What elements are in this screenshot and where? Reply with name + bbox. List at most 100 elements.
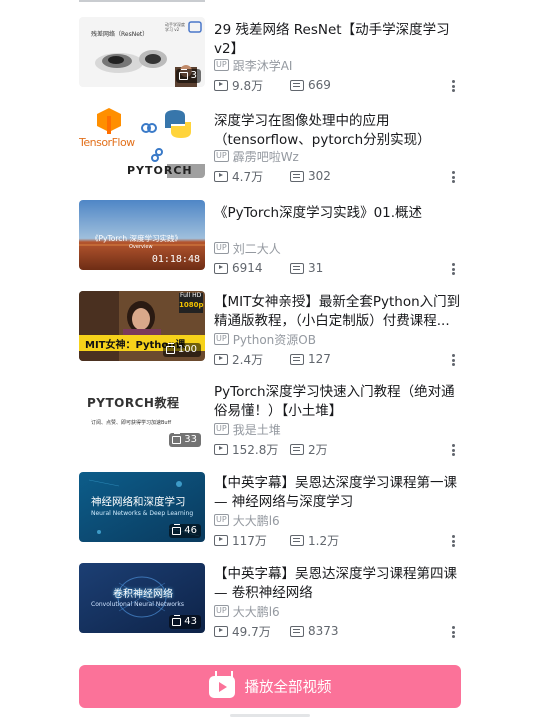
video-thumbnail[interactable]: 卷积神经网络 Convolutional Neural Networks 43 — [79, 563, 205, 633]
up-badge: UP — [214, 423, 229, 435]
stats-row: 2.4万 127 — [214, 351, 331, 367]
video-title[interactable]: 【MIT女神亲授】最新全套Python入门到精通版教程，（小白定制版）付费课程.… — [214, 293, 464, 331]
danmaku-count: 8373 — [290, 624, 339, 638]
play-count-icon — [214, 534, 228, 546]
thumb-caption: Convolutional Neural Networks — [91, 601, 184, 608]
stats-row: 117万 1.2万 — [214, 532, 339, 548]
video-title[interactable]: PyTorch深度学习快速入门教程（绝对通俗易懂！）【小土堆】 — [214, 383, 464, 421]
playlist-icon — [178, 69, 188, 80]
more-options-icon[interactable] — [448, 533, 458, 549]
thumb-caption: 订阅、点赞、即可获得学习加速Buff — [91, 420, 172, 426]
uploader-name: Python资源OB — [232, 332, 316, 347]
list-item[interactable]: 神经网络和深度学习 Neural Networks & Deep Learnin… — [0, 472, 540, 562]
view-count: 9.8万 — [214, 77, 290, 94]
up-badge: UP — [214, 150, 229, 162]
more-options-icon[interactable] — [448, 442, 458, 458]
danmaku-icon — [290, 170, 304, 182]
thumb-caption: TensorFlow — [79, 136, 135, 149]
view-count: 2.4万 — [214, 351, 290, 368]
danmaku-icon — [290, 534, 304, 546]
playlist-icon — [172, 615, 182, 626]
uploader-row[interactable]: UP 霹雳吧啦Wz — [214, 148, 299, 164]
uploader-row[interactable]: UP Python资源OB — [214, 331, 316, 347]
video-count-badge: 46 — [169, 524, 201, 538]
list-item[interactable]: 《PyTorch 深度学习实践》 Overview 01:18:48 《PyTo… — [0, 200, 540, 290]
tv-play-icon — [208, 675, 235, 698]
uploader-name: 我是土堆 — [232, 422, 281, 437]
video-title[interactable]: 29 残差网络 ResNet【动手学深度学习v2】 — [214, 21, 464, 59]
list-item[interactable]: TensorFlow PYTORCH 深度学习在图像处理中的应用（tensorf… — [0, 108, 540, 198]
thumb-caption: 《PyTorch 深度学习实践》 — [91, 234, 183, 243]
more-options-icon[interactable] — [448, 352, 458, 368]
video-count-badge: 100 — [162, 343, 201, 357]
view-count: 49.7万 — [214, 623, 290, 640]
list-item[interactable]: 残差网络（ResNet） 动手学深度学习 v2 3 29 残差网络 ResNet… — [0, 17, 540, 107]
danmaku-icon — [290, 443, 304, 455]
more-options-icon[interactable] — [448, 78, 458, 94]
uploader-name: 大大鹏l6 — [232, 604, 280, 619]
list-item[interactable]: MIT女神：Python课 Full HD 1080p 100 【MIT女神亲授… — [0, 291, 540, 381]
danmaku-icon — [290, 625, 304, 637]
thumb-caption: 神经网络和深度学习 — [91, 496, 186, 508]
video-thumbnail[interactable]: 残差网络（ResNet） 动手学深度学习 v2 3 — [79, 17, 205, 87]
thumb-caption: 卷积神经网络 — [113, 589, 173, 600]
video-count-badge: 33 — [169, 433, 201, 447]
list-item[interactable]: PYTORCH教程 订阅、点赞、即可获得学习加速Buff 33 PyTorch深… — [0, 381, 540, 471]
play-all-button[interactable]: 播放全部视频 — [79, 665, 461, 708]
uploader-name: 刘二大人 — [232, 241, 281, 256]
up-badge: UP — [214, 59, 229, 71]
danmaku-count: 1.2万 — [290, 532, 339, 549]
uploader-row[interactable]: UP 大大鹏l6 — [214, 512, 280, 528]
stats-row: 152.8万 2万 — [214, 441, 328, 457]
view-count: 6914 — [214, 261, 290, 275]
duration-badge: 01:18:48 — [151, 254, 200, 265]
video-thumbnail[interactable]: TensorFlow PYTORCH — [79, 108, 205, 178]
thumb-caption: 1080p — [179, 301, 204, 309]
more-options-icon[interactable] — [448, 624, 458, 640]
view-count: 4.7万 — [214, 168, 290, 185]
thumb-caption: PYTORCH — [127, 164, 193, 177]
thumb-caption: PYTORCH教程 — [87, 396, 180, 410]
video-thumbnail[interactable]: PYTORCH教程 订阅、点赞、即可获得学习加速Buff 33 — [79, 381, 205, 451]
video-title[interactable]: 【中英字幕】吴恩达深度学习课程第四课 — 卷积神经网络 — [214, 565, 464, 603]
playlist-icon — [165, 343, 175, 354]
danmaku-count: 127 — [290, 352, 331, 366]
thumb-caption: 动手学深度学习 v2 — [165, 22, 185, 32]
video-count-badge: 3 — [175, 69, 201, 83]
video-thumbnail[interactable]: MIT女神：Python课 Full HD 1080p 100 — [79, 291, 205, 361]
play-count-icon — [214, 262, 228, 274]
playlist-icon — [172, 524, 182, 535]
uploader-row[interactable]: UP 大大鹏l6 — [214, 603, 280, 619]
playlist-icon — [172, 433, 182, 444]
play-count-icon — [214, 170, 228, 182]
danmaku-count: 302 — [290, 169, 331, 183]
play-count-icon — [214, 353, 228, 365]
stats-row: 6914 31 — [214, 260, 323, 276]
uploader-row[interactable]: UP 我是土堆 — [214, 421, 281, 437]
stats-row: 49.7万 8373 — [214, 623, 339, 639]
list-item[interactable]: 卷积神经网络 Convolutional Neural Networks 43 … — [0, 563, 540, 653]
thumb-caption: Overview — [129, 244, 153, 250]
up-badge: UP — [214, 514, 229, 526]
more-options-icon[interactable] — [448, 261, 458, 277]
thumb-caption: 残差网络（ResNet） — [91, 31, 149, 38]
up-badge: UP — [214, 605, 229, 617]
uploader-row[interactable]: UP 刘二大人 — [214, 240, 281, 256]
uploader-name: 跟李沐学AI — [232, 58, 293, 73]
uploader-row[interactable]: UP 跟李沐学AI — [214, 57, 292, 73]
video-title[interactable]: 深度学习在图像处理中的应用（tensorflow、pytorch分别实现） — [214, 112, 464, 150]
stats-row: 9.8万 669 — [214, 77, 331, 93]
thumb-caption: Full HD — [180, 292, 202, 299]
more-options-icon[interactable] — [448, 169, 458, 185]
uploader-name: 大大鹏l6 — [232, 513, 280, 528]
video-thumbnail[interactable]: 神经网络和深度学习 Neural Networks & Deep Learnin… — [79, 472, 205, 542]
video-thumbnail[interactable]: 《PyTorch 深度学习实践》 Overview 01:18:48 — [79, 200, 205, 270]
previous-item-edge — [79, 0, 205, 2]
view-count: 117万 — [214, 532, 290, 549]
video-title[interactable]: 《PyTorch深度学习实践》01.概述 — [214, 204, 464, 223]
up-badge: UP — [214, 242, 229, 254]
up-badge: UP — [214, 333, 229, 345]
video-title[interactable]: 【中英字幕】吴恩达深度学习课程第一课 — 神经网络与深度学习 — [214, 474, 464, 512]
danmaku-count: 31 — [290, 261, 323, 275]
uploader-name: 霹雳吧啦Wz — [232, 149, 299, 164]
